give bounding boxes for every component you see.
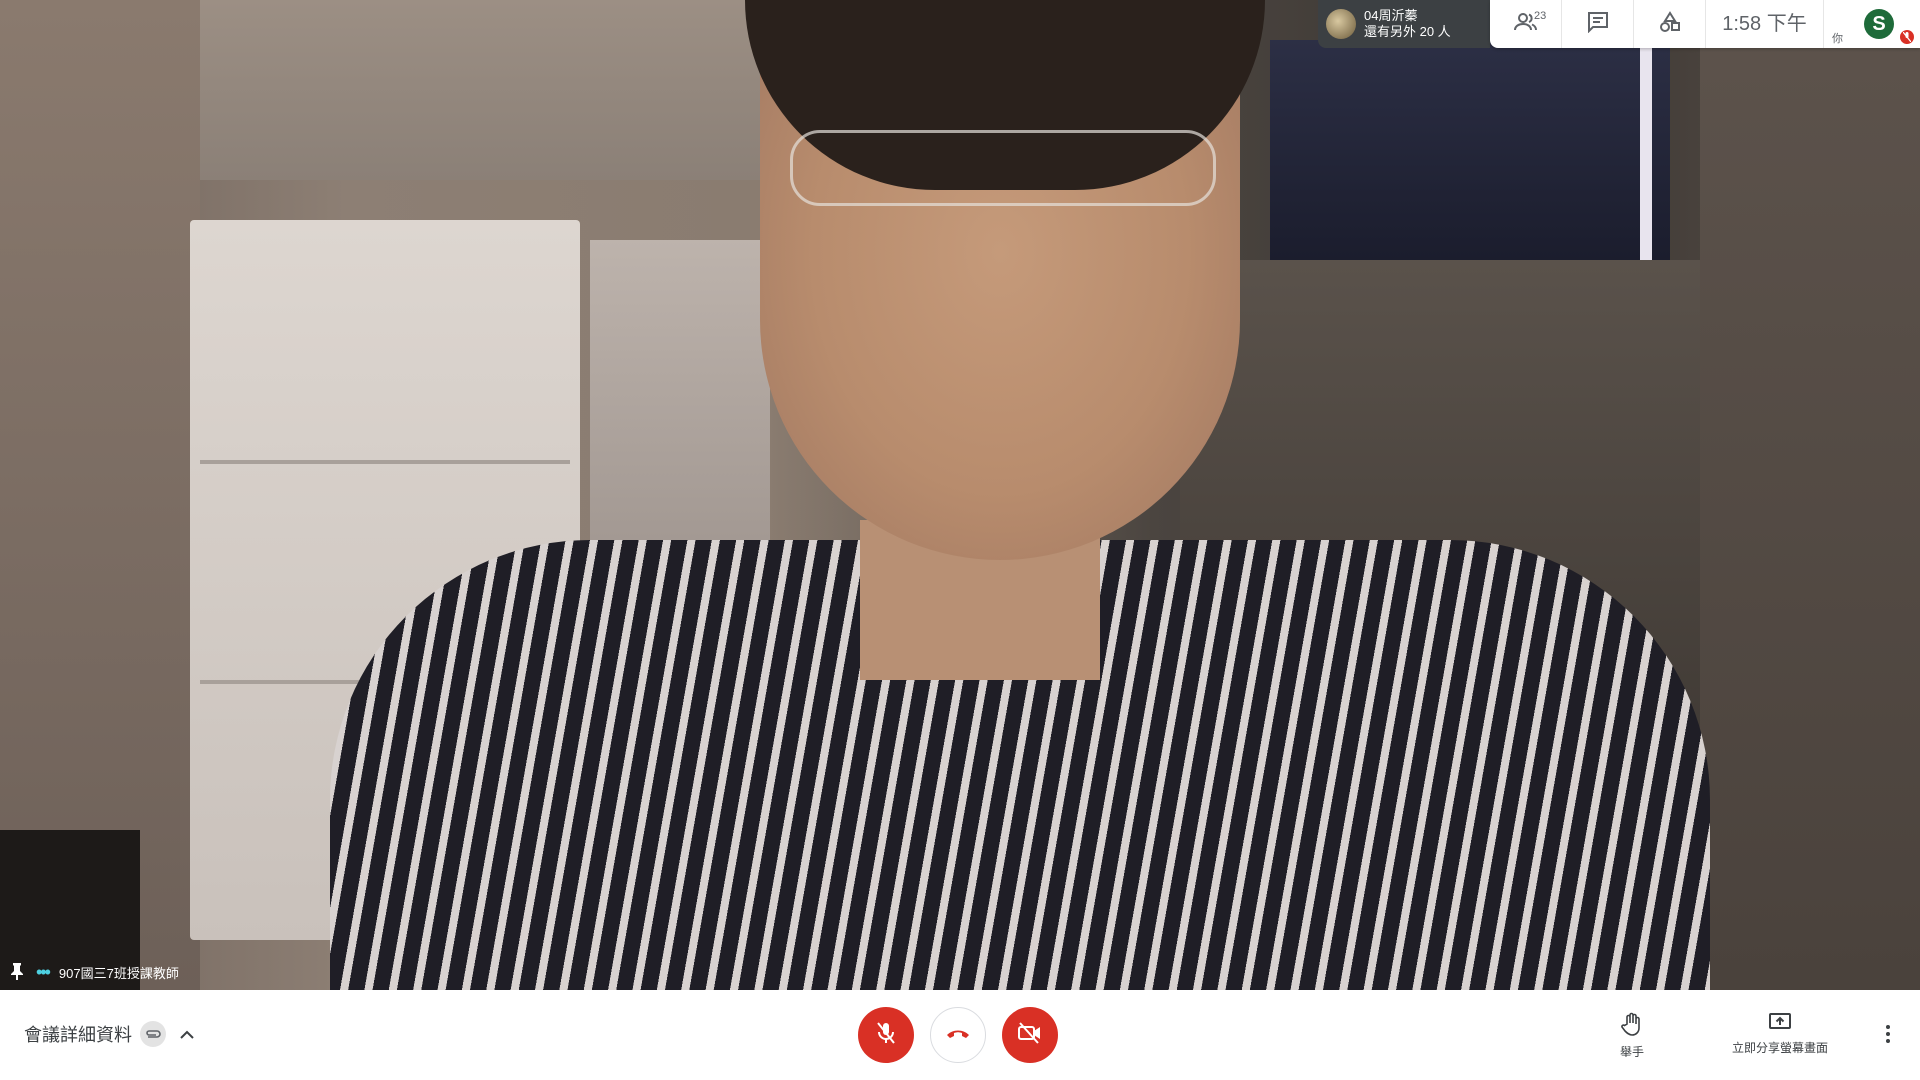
cabinet-drawer-line — [200, 460, 570, 464]
present-now-button[interactable]: 立即分享螢幕畫面 — [1732, 1008, 1828, 1056]
mute-microphone-button[interactable] — [858, 1007, 914, 1063]
mic-off-icon — [875, 1021, 897, 1050]
participant-name-row: ••• 907國三7班授課教師 — [10, 960, 179, 984]
more-options-button[interactable] — [1876, 1016, 1900, 1056]
chevron-up-icon — [180, 1024, 194, 1045]
self-tile[interactable]: 你 S — [1824, 0, 1920, 48]
hang-up-icon — [945, 1026, 971, 1044]
person-glasses — [790, 130, 1216, 206]
self-label: 你 — [1832, 33, 1843, 45]
participant-name: 907國三7班授課教師 — [58, 965, 179, 981]
activities-button[interactable] — [1634, 0, 1706, 48]
meeting-details-label: 會議詳細資料 — [24, 1025, 132, 1045]
pin-icon[interactable] — [10, 962, 24, 983]
bottom-toolbar: 會議詳細資料 舉手 立即分享螢幕畫面 — [0, 990, 1920, 1080]
raise-hand-label: 舉手 — [1620, 1045, 1645, 1059]
main-video-tile[interactable]: ••• 907國三7班授課教師 — [0, 0, 1920, 990]
raise-hand-button[interactable]: 舉手 — [1620, 1008, 1644, 1060]
call-controls — [858, 1007, 1058, 1063]
self-avatar: S — [1864, 9, 1894, 39]
audio-dots-icon: ••• — [36, 961, 51, 982]
present-now-label: 立即分享螢幕畫面 — [1732, 1041, 1829, 1055]
background-window-frame — [1640, 40, 1652, 260]
clock-time: 1:58 下午 — [1706, 0, 1824, 48]
hand-icon — [1621, 1012, 1643, 1039]
leave-call-button[interactable] — [930, 1007, 986, 1063]
background-right-wall — [1700, 0, 1920, 990]
background-window — [1270, 40, 1670, 270]
people-count: 23 — [1534, 10, 1547, 22]
background-ceiling — [200, 0, 760, 180]
camera-off-icon — [1017, 1021, 1043, 1049]
speaker-others: 還有另外 20 人 — [1364, 24, 1451, 39]
chat-icon — [1587, 11, 1609, 38]
meeting-details-button[interactable]: 會議詳細資料 — [24, 1014, 194, 1054]
speaker-name: 04周沂蓁 — [1364, 8, 1418, 23]
self-muted-icon — [1900, 30, 1914, 44]
chat-button[interactable] — [1562, 0, 1634, 48]
attachment-icon — [140, 1021, 166, 1047]
present-screen-icon — [1768, 1012, 1792, 1035]
activities-icon — [1659, 10, 1681, 38]
more-vert-icon — [1885, 1024, 1891, 1049]
speaker-text: 04周沂蓁 還有另外 20 人 — [1364, 8, 1451, 40]
top-toolbar: 23 1:58 下午 你 S — [1490, 0, 1920, 48]
active-speaker-chip[interactable]: 04周沂蓁 還有另外 20 人 — [1318, 0, 1490, 48]
people-button[interactable]: 23 — [1490, 0, 1562, 48]
turn-off-camera-button[interactable] — [1002, 1007, 1058, 1063]
speaker-avatar — [1326, 9, 1356, 39]
